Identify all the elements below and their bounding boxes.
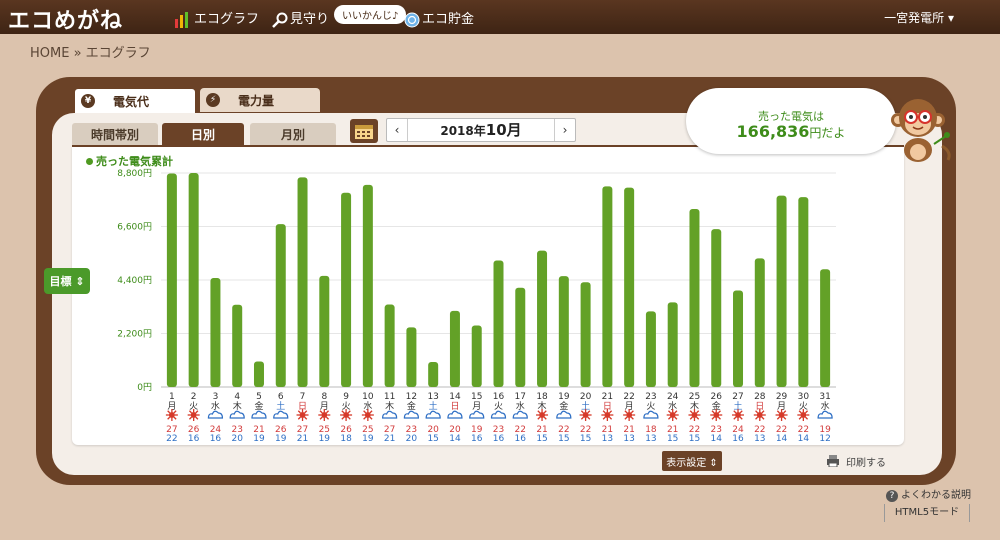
help-icon: ? — [886, 490, 898, 502]
sold-electricity-box: 売った電気は 166,836円だよ — [686, 88, 896, 154]
chart-area — [72, 147, 904, 445]
sold-amount: 166,836 — [736, 122, 810, 141]
nav-mimamori[interactable]: 見守り — [272, 8, 329, 28]
next-month-button[interactable]: › — [554, 119, 575, 141]
chart-legend: 売った電気累計 — [86, 153, 173, 169]
legend-label: 売った電気累計 — [96, 155, 173, 168]
magnifier-icon — [272, 12, 288, 28]
tab-electricity-cost[interactable]: ¥ 電気代 — [74, 88, 196, 113]
lightning-icon: ⚡ — [206, 93, 220, 107]
sold-suffix: 円だよ — [809, 126, 846, 140]
html5-mode-button[interactable]: HTML5モード — [884, 504, 970, 522]
current-month: 2018年10月 — [407, 119, 555, 141]
goal-button[interactable]: 目標 ⇕ — [44, 268, 90, 294]
current-year: 2018年 — [440, 124, 486, 138]
nav-mimamori-label: 見守り — [290, 12, 330, 27]
app-logo[interactable]: エコめがね — [8, 3, 123, 35]
legend-dot — [86, 158, 93, 165]
tab-monthly[interactable]: 月別 — [250, 123, 336, 145]
prev-month-button[interactable]: ‹ — [387, 119, 408, 141]
calendar-icon — [355, 125, 373, 139]
tab-daily[interactable]: 日別 — [162, 123, 244, 145]
nav-eco-savings[interactable]: エコ貯金 — [404, 8, 474, 28]
current-month-number: 10月 — [485, 121, 522, 139]
breadcrumb: HOME » エコグラフ — [30, 46, 151, 61]
tab-electricity-cost-label: 電気代 — [113, 94, 150, 109]
top-bar: エコめがね エコグラフ 見守り いいかんじ♪ エコ貯金 一宮発電所 ▾ — [0, 0, 1000, 34]
date-selector: ‹ 2018年10月 › — [386, 118, 576, 142]
yen-icon: ¥ — [81, 94, 95, 108]
help-link[interactable]: ? よくわかる説明 — [886, 486, 971, 502]
tab-hourly[interactable]: 時間帯別 — [72, 123, 158, 145]
print-label: 印刷する — [846, 457, 886, 469]
status-bubble: いいかんじ♪ — [334, 5, 407, 24]
help-label: よくわかる説明 — [901, 490, 971, 501]
tab-energy-amount-label: 電力量 — [238, 93, 275, 108]
calendar-button[interactable] — [350, 119, 378, 143]
display-settings-button[interactable]: 表示設定 ⇕ — [662, 451, 722, 471]
nav-ecograph-label: エコグラフ — [194, 12, 260, 27]
print-button[interactable]: 印刷する — [826, 451, 896, 471]
coin-icon — [404, 12, 420, 27]
nav-ecograph[interactable]: エコグラフ — [174, 8, 259, 28]
bar-chart-icon — [175, 11, 188, 28]
printer-icon — [827, 455, 839, 467]
plant-selector[interactable]: 一宮発電所 ▾ — [884, 9, 954, 26]
monkey-mascot-icon — [891, 99, 951, 162]
tab-energy-amount[interactable]: ⚡ 電力量 — [200, 88, 320, 112]
nav-eco-savings-label: エコ貯金 — [422, 12, 475, 27]
sold-value: 166,836円だよ — [686, 122, 896, 141]
